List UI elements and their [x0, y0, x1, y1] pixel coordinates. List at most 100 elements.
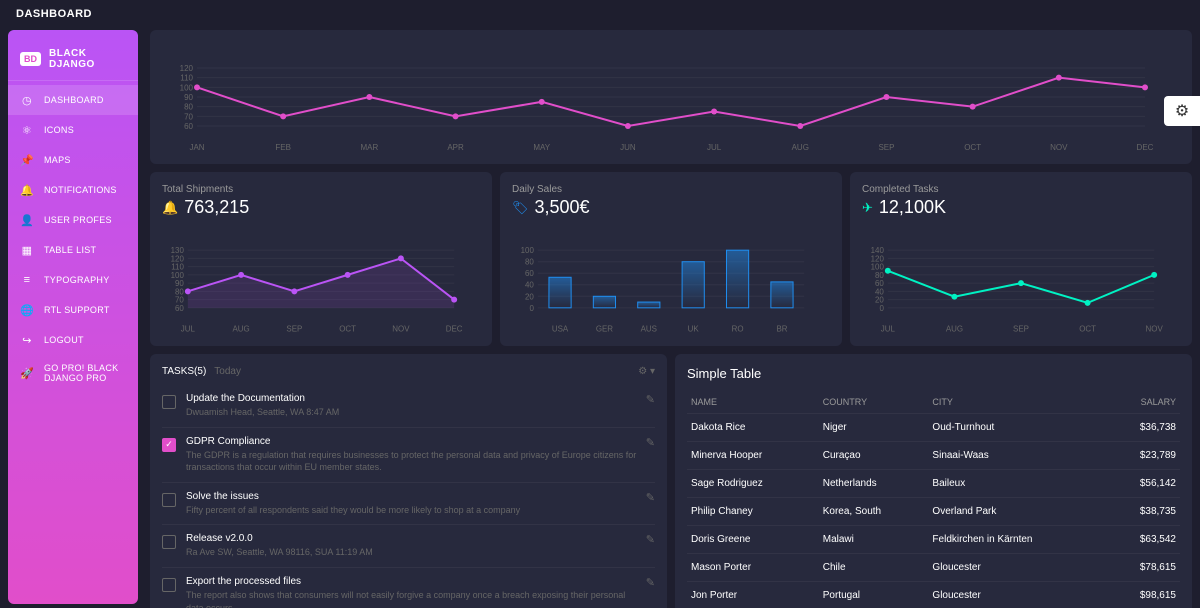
nav-label: USER PROFES: [44, 215, 112, 225]
sidebar-item-user-profes[interactable]: 👤USER PROFES: [8, 205, 138, 235]
task-checkbox[interactable]: [162, 438, 176, 452]
mini-card-completed: Completed Tasks ✈12,100K 020406080100120…: [850, 172, 1192, 346]
nav-label: MAPS: [44, 155, 71, 165]
brand-badge: BD: [20, 52, 41, 66]
table-body: Dakota RiceNigerOud-Turnhout$36,738Miner…: [687, 414, 1180, 608]
table-cell: Sinaai-Waas: [928, 442, 1107, 470]
nav-icon: ≡: [20, 273, 34, 287]
svg-text:20: 20: [525, 292, 534, 301]
svg-text:UK: UK: [688, 325, 700, 334]
svg-text:90: 90: [175, 279, 184, 288]
nav-label: RTL SUPPORT: [44, 305, 110, 315]
svg-text:AUG: AUG: [792, 143, 809, 152]
table-cell: Sage Rodriguez: [687, 470, 819, 498]
mini-chart-shipments: 60708090100110120130JULAUGSEPOCTNOVDEC: [162, 224, 480, 334]
edit-icon[interactable]: ✎: [646, 393, 655, 406]
sidebar-item-icons[interactable]: ⚛ ICONS: [8, 115, 138, 145]
svg-text:GER: GER: [596, 325, 613, 334]
mini-card-icon: ✈: [862, 200, 873, 216]
svg-text:0: 0: [529, 304, 534, 313]
edit-icon[interactable]: ✎: [646, 576, 655, 589]
nav-label: GO PRO! BLACK DJANGO PRO: [44, 363, 126, 383]
table-cell: $78,615: [1107, 554, 1180, 582]
task-desc: Fifty percent of all respondents said th…: [186, 504, 638, 517]
svg-text:NOV: NOV: [392, 325, 410, 334]
svg-text:SEP: SEP: [1013, 325, 1029, 334]
nav-label: ICONS: [44, 125, 74, 135]
svg-text:AUG: AUG: [946, 325, 963, 334]
table-cell: Netherlands: [819, 470, 929, 498]
table-row: Jon PorterPortugalGloucester$98,615: [687, 582, 1180, 608]
nav-icon: 🚀: [20, 366, 34, 380]
nav-label: NOTIFICATIONS: [44, 185, 117, 195]
table-cell: Doris Greene: [687, 526, 819, 554]
task-title: GDPR Compliance: [186, 436, 638, 447]
table-row: Minerva HooperCuraçaoSinaai-Waas$23,789: [687, 442, 1180, 470]
brand[interactable]: BD BLACK DJANGO: [8, 38, 138, 81]
task-checkbox[interactable]: [162, 395, 176, 409]
svg-text:SEP: SEP: [878, 143, 894, 152]
sidebar-item-typography[interactable]: ≡ TYPOGRAPHY: [8, 265, 138, 295]
svg-text:SEP: SEP: [286, 325, 302, 334]
table-cell: $23,789: [1107, 442, 1180, 470]
sidebar-item-dashboard[interactable]: ◷DASHBOARD: [8, 85, 138, 115]
table-cell: $63,542: [1107, 526, 1180, 554]
sidebar-item-logout[interactable]: ↪LOGOUT: [8, 325, 138, 355]
table-cell: $56,142: [1107, 470, 1180, 498]
mini-card-value: 🔔763,215: [162, 197, 480, 218]
sidebar-item-notifications[interactable]: 🔔NOTIFICATIONS: [8, 175, 138, 205]
nav-icon: ⚛: [20, 123, 34, 137]
svg-text:130: 130: [171, 246, 185, 255]
table-card: Simple Table NAMECOUNTRYCITYSALARY Dakot…: [675, 354, 1192, 608]
nav-label: LOGOUT: [44, 335, 84, 345]
mini-card-value: ✈12,100K: [862, 197, 1180, 218]
svg-text:JUL: JUL: [707, 143, 722, 152]
nav-label: TYPOGRAPHY: [44, 275, 110, 285]
settings-fab[interactable]: ⚙: [1164, 96, 1200, 126]
table-cell: Overland Park: [928, 498, 1107, 526]
svg-text:BR: BR: [776, 325, 787, 334]
mini-card-icon: 🏷: [512, 200, 529, 216]
svg-text:USA: USA: [552, 325, 569, 334]
sidebar: BD BLACK DJANGO ◷DASHBOARD ⚛ ICONS 📌MAPS🔔NO…: [8, 30, 138, 604]
task-title: Export the processed files: [186, 576, 638, 587]
task-title: Release v2.0.0: [186, 533, 638, 544]
edit-icon[interactable]: ✎: [646, 533, 655, 546]
task-list: Update the DocumentationDwuamish Head, S…: [162, 385, 655, 608]
table-header: COUNTRY: [819, 391, 929, 414]
nav-label: DASHBOARD: [44, 95, 104, 105]
edit-icon[interactable]: ✎: [646, 436, 655, 449]
sidebar-item-table-list[interactable]: ▦TABLE LIST: [8, 235, 138, 265]
svg-text:60: 60: [525, 269, 534, 278]
tasks-gear-icon[interactable]: ⚙ ▾: [638, 366, 655, 377]
sidebar-item-go-pro-black-django-pro[interactable]: 🚀 GO PRO! BLACK DJANGO PRO: [8, 355, 138, 391]
line-chart-main: 60708090100110120JANFEBMARAPRMAYJUNJULAU…: [162, 42, 1180, 152]
sidebar-item-rtl-support[interactable]: 🌐RTL SUPPORT: [8, 295, 138, 325]
sidebar-item-maps[interactable]: 📌MAPS: [8, 145, 138, 175]
task-checkbox[interactable]: [162, 578, 176, 592]
task-row: Update the DocumentationDwuamish Head, S…: [162, 385, 655, 428]
table-header: NAME: [687, 391, 819, 414]
task-checkbox[interactable]: [162, 535, 176, 549]
mini-card-value: 🏷3,500€: [512, 197, 830, 218]
svg-text:MAR: MAR: [360, 143, 378, 152]
svg-text:NOV: NOV: [1146, 325, 1164, 334]
table-cell: Baileux: [928, 470, 1107, 498]
edit-icon[interactable]: ✎: [646, 491, 655, 504]
svg-text:AUG: AUG: [233, 325, 250, 334]
svg-text:120: 120: [180, 64, 194, 73]
svg-text:110: 110: [171, 263, 184, 272]
task-desc: The report also shows that consumers wil…: [186, 589, 638, 608]
svg-text:MAY: MAY: [533, 143, 550, 152]
task-desc: Dwuamish Head, Seattle, WA 8:47 AM: [186, 406, 638, 419]
tasks-sub: Today: [214, 366, 241, 377]
task-row: Release v2.0.0Ra Ave SW, Seattle, WA 981…: [162, 525, 655, 568]
brand-name: BLACK DJANGO: [49, 48, 126, 70]
svg-text:80: 80: [525, 258, 534, 267]
task-checkbox[interactable]: [162, 493, 176, 507]
svg-text:JUL: JUL: [181, 325, 196, 334]
gear-icon: ⚙: [1175, 101, 1189, 121]
svg-text:120: 120: [171, 254, 185, 263]
svg-text:AUS: AUS: [641, 325, 657, 334]
svg-text:JUN: JUN: [620, 143, 636, 152]
